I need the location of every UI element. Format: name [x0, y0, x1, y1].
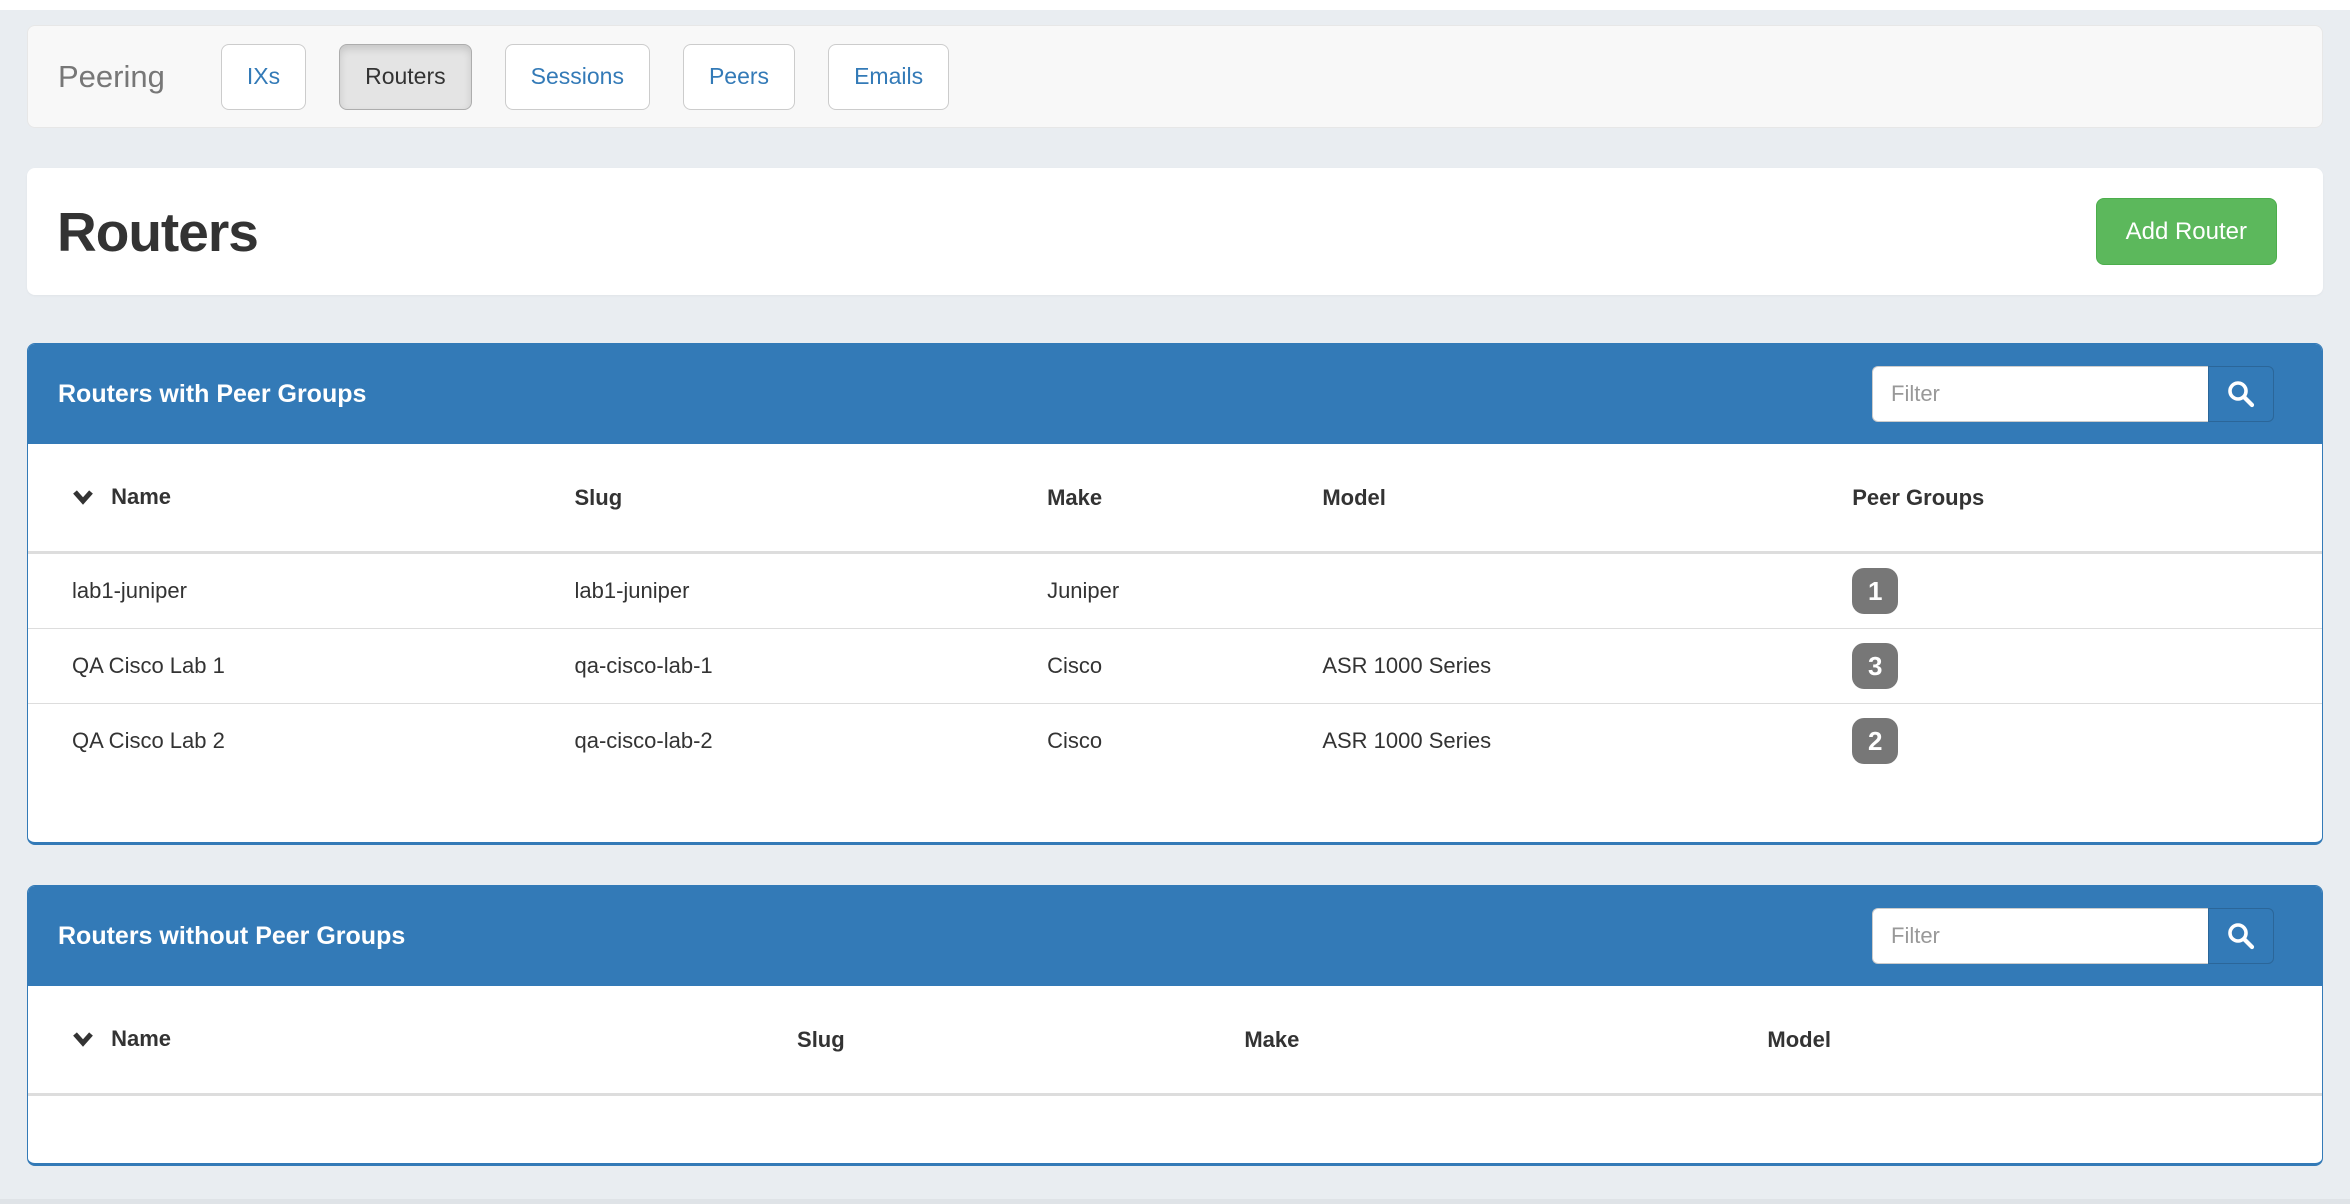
panel-body: Name Slug Make Model Peer Groups lab1-ju…: [28, 444, 2322, 842]
cell-peer-groups: 1: [1840, 553, 2322, 629]
nav-button-peers[interactable]: Peers: [683, 44, 795, 110]
nav-button-emails[interactable]: Emails: [828, 44, 949, 110]
table-row: QA Cisco Lab 2 qa-cisco-lab-2 Cisco ASR …: [28, 704, 2322, 779]
routers-with-peer-groups-table: Name Slug Make Model Peer Groups lab1-ju…: [28, 444, 2322, 778]
column-header-slug[interactable]: Slug: [785, 986, 1232, 1095]
column-header-model[interactable]: Model: [1755, 986, 2322, 1095]
cell-name: lab1-juniper: [28, 553, 563, 629]
peer-group-count-badge: 2: [1852, 718, 1898, 764]
cell-make: Juniper: [1035, 553, 1310, 629]
table-header-row: Name Slug Make Model Peer Groups: [28, 444, 2322, 553]
column-header-model[interactable]: Model: [1310, 444, 1840, 553]
column-header-slug[interactable]: Slug: [563, 444, 1036, 553]
filter-group: [1872, 366, 2274, 422]
brand-link[interactable]: Peering: [58, 59, 165, 95]
nav-button-routers[interactable]: Routers: [339, 44, 472, 110]
navbar: Peering IXs Routers Sessions Peers Email…: [27, 25, 2323, 128]
column-header-peer-groups[interactable]: Peer Groups: [1840, 444, 2322, 553]
peer-group-count-badge: 1: [1852, 568, 1898, 614]
cell-slug: qa-cisco-lab-2: [563, 704, 1036, 779]
panel-heading: Routers without Peer Groups: [28, 886, 2322, 986]
nav-button-sessions[interactable]: Sessions: [505, 44, 650, 110]
cell-peer-groups: 3: [1840, 629, 2322, 704]
routers-without-peer-groups-table: Name Slug Make Model: [28, 986, 2322, 1096]
cell-make: Cisco: [1035, 629, 1310, 704]
table-header-row: Name Slug Make Model: [28, 986, 2322, 1095]
cell-slug: qa-cisco-lab-1: [563, 629, 1036, 704]
table-row: lab1-juniper lab1-juniper Juniper 1: [28, 553, 2322, 629]
table-row: QA Cisco Lab 1 qa-cisco-lab-1 Cisco ASR …: [28, 629, 2322, 704]
page-container: Peering IXs Routers Sessions Peers Email…: [0, 25, 2350, 1166]
filter-input[interactable]: [1872, 366, 2208, 422]
title-card: Routers Add Router: [27, 168, 2323, 295]
panel-title: Routers with Peer Groups: [58, 380, 366, 409]
panel-heading: Routers with Peer Groups: [28, 344, 2322, 444]
search-button[interactable]: [2208, 908, 2274, 964]
cell-model: ASR 1000 Series: [1310, 704, 1840, 779]
cell-name: QA Cisco Lab 2: [28, 704, 563, 779]
panel-bottom-spacer: [28, 778, 2322, 842]
cell-model: [1310, 553, 1840, 629]
sort-chevron-down-icon: [72, 485, 100, 510]
filter-group: [1872, 908, 2274, 964]
search-icon: [2226, 379, 2256, 409]
panel-routers-with-peer-groups: Routers with Peer Groups: [27, 343, 2323, 845]
search-button[interactable]: [2208, 366, 2274, 422]
nav-button-ixs[interactable]: IXs: [221, 44, 306, 110]
panel-routers-without-peer-groups: Routers without Peer Groups: [27, 885, 2323, 1166]
cell-name: QA Cisco Lab 1: [28, 629, 563, 704]
search-icon: [2226, 921, 2256, 951]
window-top-strip: [0, 0, 2350, 10]
panel-bottom-spacer: [28, 1096, 2322, 1163]
cell-model: ASR 1000 Series: [1310, 629, 1840, 704]
peer-group-count-badge: 3: [1852, 643, 1898, 689]
filter-input[interactable]: [1872, 908, 2208, 964]
cell-make: Cisco: [1035, 704, 1310, 779]
page-title: Routers: [57, 200, 258, 264]
sort-chevron-down-icon: [72, 1027, 100, 1052]
cell-peer-groups: 2: [1840, 704, 2322, 779]
column-header-name[interactable]: Name: [28, 986, 785, 1095]
column-header-make[interactable]: Make: [1232, 986, 1755, 1095]
column-header-name[interactable]: Name: [28, 444, 563, 553]
cell-slug: lab1-juniper: [563, 553, 1036, 629]
add-router-button[interactable]: Add Router: [2096, 198, 2277, 265]
panel-body: Name Slug Make Model: [28, 986, 2322, 1163]
column-header-make[interactable]: Make: [1035, 444, 1310, 553]
window-bottom-strip: [0, 1199, 2350, 1204]
panel-title: Routers without Peer Groups: [58, 922, 405, 951]
